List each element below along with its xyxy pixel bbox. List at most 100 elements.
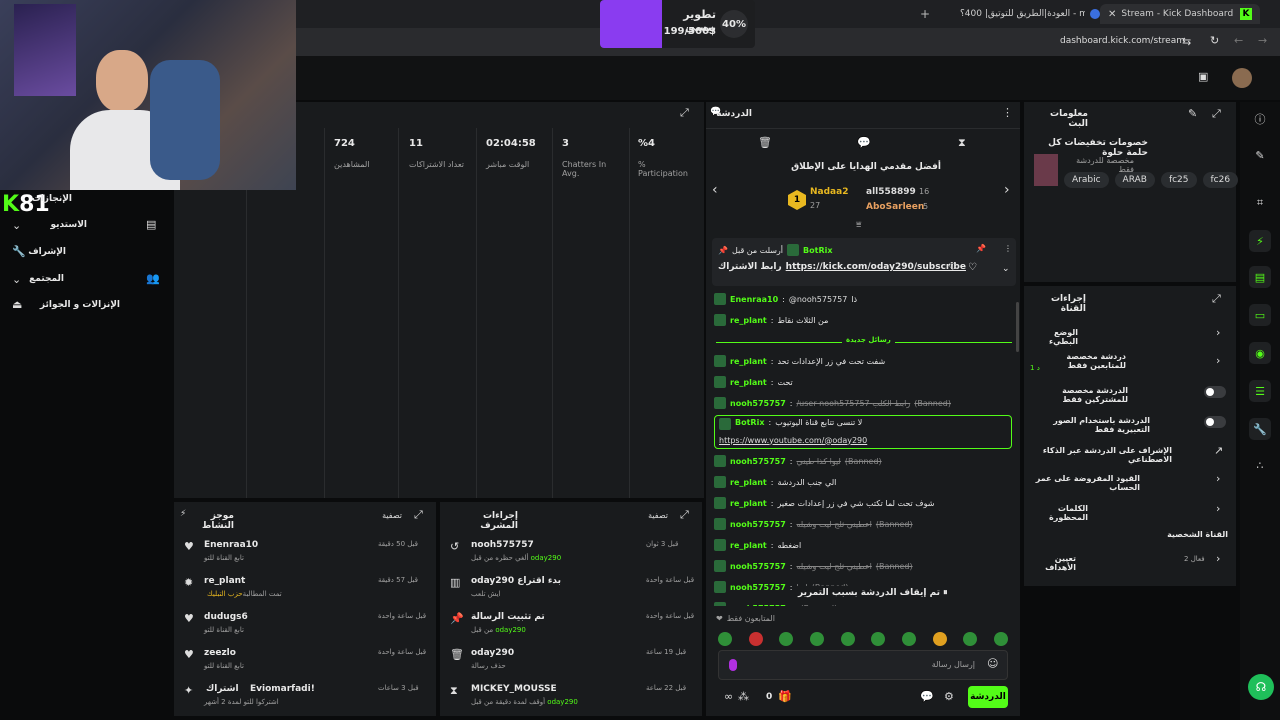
- more-icon[interactable]: ⋮: [1004, 244, 1012, 253]
- crop-icon[interactable]: ⌗: [1249, 192, 1271, 214]
- tab-other[interactable]: العودة|الطريق للتوتيق| 400؟ - m: [960, 4, 1100, 24]
- chat-username[interactable]: nooh575757: [730, 399, 786, 408]
- wrench-icon[interactable]: 🔧: [1249, 418, 1271, 440]
- popout-icon[interactable]: ⤢: [1212, 292, 1221, 306]
- chat-icon[interactable]: 💬: [857, 136, 871, 149]
- sidebar-item-achievements[interactable]: الإنجازات: [30, 194, 72, 204]
- info-icon[interactable]: ⓘ: [1249, 108, 1271, 130]
- activity-item[interactable]: ♥ Enenraa10 تابع القناة للتو قبل 50 دقيق…: [174, 536, 436, 566]
- ai-moderation-row[interactable]: الإشراف على الدردشة عبر الذكاء الاصطناعي…: [1030, 444, 1230, 464]
- emoji-icon[interactable]: ☺: [987, 657, 998, 670]
- emote-icon[interactable]: [963, 632, 978, 646]
- chat-input[interactable]: إرسال رسالة ☺: [718, 650, 1008, 680]
- tag[interactable]: ARAB: [1114, 172, 1155, 188]
- chat-message[interactable]: nooh575757: اعطيني ثلج ليت وشيله (Banned): [714, 515, 1012, 533]
- tag[interactable]: fc26: [1202, 172, 1239, 188]
- chat-message[interactable]: nooh575757: اعطيني ثلج ليت وشيله (Banned): [714, 557, 1012, 575]
- mic-icon[interactable]: [729, 659, 737, 671]
- chat-username[interactable]: re_plant: [730, 478, 767, 487]
- gear-icon[interactable]: ⚙: [944, 690, 954, 703]
- chat-username[interactable]: nooh575757: [730, 604, 786, 607]
- emote-icon[interactable]: [840, 632, 855, 646]
- chat-message[interactable]: re_plant: من الثلاث نقاط: [714, 311, 1012, 329]
- mod-action-item[interactable]: ↺ nooh575757 ألغي حظره من قبل oday290 قب…: [440, 536, 702, 566]
- reload-icon[interactable]: ↻: [1210, 34, 1219, 47]
- emote-icon[interactable]: [871, 632, 886, 646]
- pin-icon[interactable]: 📌: [976, 244, 986, 253]
- account-age-row[interactable]: القيود المفروضة على عمر الحساب ›: [1030, 472, 1230, 492]
- pencil-icon[interactable]: ✎: [1188, 107, 1197, 120]
- chevron-left-icon[interactable]: ‹: [712, 182, 718, 198]
- activity-item[interactable]: ♥ zeezlo تابع القناة للتو قبل ساعة واحدة: [174, 644, 436, 674]
- chat-message[interactable]: re_plant: شوف تحت لما تكتب شي في زر إعداد…: [714, 494, 1012, 512]
- site-settings-icon[interactable]: ⇆: [1182, 35, 1191, 48]
- hourglass-icon[interactable]: ⧗: [958, 136, 966, 150]
- chat-message[interactable]: re_plant: اضغطه: [714, 536, 1012, 554]
- emote-icon[interactable]: [748, 632, 763, 646]
- pencil-icon[interactable]: ✎: [1249, 144, 1271, 166]
- gift-icon[interactable]: 🎁: [778, 690, 792, 703]
- document-icon[interactable]: ▤: [1249, 266, 1271, 288]
- heart-outline-icon[interactable]: ♡: [948, 262, 957, 273]
- chat-message[interactable]: nooh575757: ليوا كذا طيني (Banned): [714, 452, 1012, 470]
- chat-username[interactable]: re_plant: [730, 499, 767, 508]
- chat-username[interactable]: nooh575757: [730, 562, 786, 571]
- address-field[interactable]: dashboard.kick.com/stream: [1060, 36, 1185, 46]
- emote-icon[interactable]: [718, 632, 732, 646]
- sidebar-item-moderation[interactable]: 🔧 الإشراف: [12, 245, 162, 261]
- chat-username[interactable]: BotRix: [735, 418, 764, 427]
- chat-username[interactable]: Enenraa10: [730, 295, 778, 304]
- screen-icon[interactable]: ▣: [1198, 70, 1208, 83]
- chat-username[interactable]: re_plant: [730, 357, 767, 366]
- collapse-icon[interactable]: ⩸: [856, 220, 861, 230]
- goals-row[interactable]: تعيين الأهداف فعال 2 ›: [1030, 552, 1230, 572]
- avatar[interactable]: [1232, 68, 1252, 88]
- chat-username[interactable]: re_plant: [730, 316, 767, 325]
- more-icon[interactable]: ⋮: [1002, 106, 1013, 119]
- chevron-down-icon[interactable]: ⌄: [1002, 264, 1010, 274]
- emote-icon[interactable]: [901, 632, 916, 646]
- close-icon[interactable]: ✕: [1108, 9, 1116, 20]
- trash-icon[interactable]: 🗑: [758, 136, 772, 149]
- slow-mode-row[interactable]: الوضع البطيء ›: [1030, 326, 1230, 346]
- banned-words-row[interactable]: الكلمات المحظورة ›: [1030, 502, 1230, 522]
- chat-message[interactable]: BotRix: لا تنسى تتابع قناة اليوتيوب https:…: [714, 415, 1012, 449]
- chat-username[interactable]: nooh575757: [730, 520, 786, 529]
- new-tab-icon[interactable]: +: [920, 7, 930, 21]
- mod-action-item[interactable]: ⧗ MICKEY_MOUSSE أوقف لمدة دقيقة من قبل o…: [440, 680, 702, 710]
- chat-message[interactable]: re_plant: تحت: [714, 373, 1012, 391]
- emote-icon[interactable]: [779, 632, 794, 646]
- emote-only-toggle[interactable]: [1204, 416, 1226, 428]
- mod-action-item[interactable]: 🗑 oday290 حذف رسالة قبل 19 ساعة: [440, 644, 702, 674]
- dots-icon[interactable]: ∴: [1249, 454, 1271, 476]
- chat-username[interactable]: re_plant: [730, 378, 767, 387]
- chevron-right-icon[interactable]: ›: [1004, 182, 1010, 198]
- chat-icon[interactable]: 💬: [920, 690, 934, 703]
- chat-username[interactable]: re_plant: [730, 541, 767, 550]
- lightning-icon[interactable]: ⚡: [1249, 230, 1271, 252]
- sidebar-item-studio[interactable]: ⌄ الاستديو ▤: [12, 218, 162, 234]
- tab-kick-dashboard[interactable]: ✕ Stream - Kick Dashboard K: [1100, 4, 1260, 24]
- pinned-link[interactable]: https://kick.com/oday290/subscribe: [786, 262, 966, 272]
- emote-icon[interactable]: [993, 632, 1008, 646]
- tag[interactable]: fc25: [1160, 172, 1197, 188]
- sidebar-item-drops[interactable]: ⏏ الإنزالات و الجوائز: [12, 298, 162, 314]
- support-icon[interactable]: ☊: [1248, 674, 1274, 700]
- subscribers-only-toggle[interactable]: [1204, 386, 1226, 398]
- emote-icon[interactable]: [932, 632, 947, 646]
- mod-action-item[interactable]: ▥ oday290 بدء اقتراع ايش تلعب قبل ساعة و…: [440, 572, 702, 602]
- send-chat-button[interactable]: الدردشة: [968, 686, 1008, 708]
- chat-paused-banner[interactable]: تم إيقاف الدردشة بسبب التمرير ⏸: [794, 586, 952, 600]
- mod-action-item[interactable]: 📌 تم تثبيت الرسالة من قبل oday290 قبل سا…: [440, 608, 702, 638]
- tag[interactable]: Arabic: [1064, 172, 1109, 188]
- points-icon[interactable]: ⁂: [738, 690, 749, 703]
- activity-item[interactable]: ✹ re_plant تمت المطالبةحزب التبليك قبل 5…: [174, 572, 436, 602]
- chat-message[interactable]: re_plant: الي جنب الدردشة: [714, 473, 1012, 491]
- chat-message[interactable]: nooh575757: (Banned): [714, 599, 1012, 606]
- chat-message[interactable]: nooh575757:/user nooh575757 رابط الكلب (B…: [714, 394, 1012, 412]
- activity-item[interactable]: ♥ dudugs6 تابع القناة للتو قبل ساعة واحد…: [174, 608, 436, 638]
- activity-item[interactable]: ✦ Eviomarfadi! اشتركوا للتو لمدة 2 أشهر …: [174, 680, 436, 710]
- emote-icon[interactable]: [809, 632, 824, 646]
- popout-icon[interactable]: ⤢: [680, 106, 689, 120]
- chat-icon[interactable]: ▭: [1249, 304, 1271, 326]
